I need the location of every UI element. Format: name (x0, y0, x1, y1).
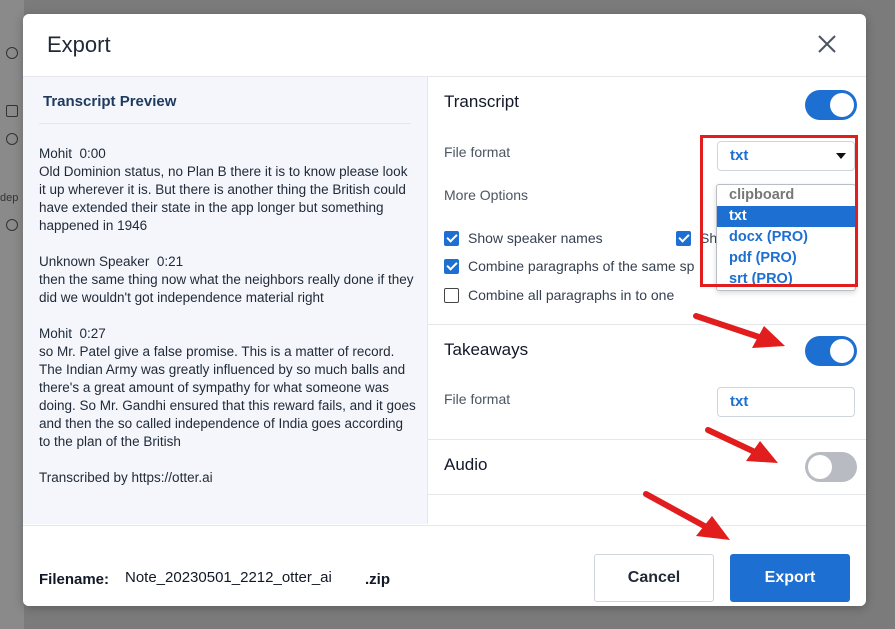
filename-extension: .zip (365, 571, 390, 588)
segment-text: then the same thing now what the neighbo… (39, 272, 414, 305)
cancel-button[interactable]: Cancel (594, 554, 714, 602)
transcript-toggle[interactable] (805, 90, 857, 120)
option-combine-all[interactable]: Combine all paragraphs in to one (444, 287, 674, 303)
dialog-footer: Filename: Note_20230501_2212_otter_ai .z… (23, 525, 866, 606)
caret-down-icon (836, 153, 846, 159)
toggle-knob (808, 455, 832, 479)
clock-icon (6, 219, 18, 231)
speaker-name: Unknown Speaker (39, 254, 150, 269)
transcript-format-select[interactable]: txt (717, 141, 855, 171)
option-label: Combine paragraphs of the same sp (468, 258, 695, 274)
export-dialog: Export Transcript Preview Mohit 0:00 Old… (23, 14, 866, 606)
audio-section: Audio (428, 440, 866, 495)
transcript-segment: Mohit 0:00 Old Dominion status, no Plan … (39, 145, 417, 235)
format-option-clipboard[interactable]: clipboard (717, 185, 855, 206)
timestamp: 0:21 (156, 254, 184, 269)
preview-title: Transcript Preview (43, 93, 177, 110)
option-combine-same-speaker[interactable]: Combine paragraphs of the same sp (444, 258, 694, 274)
transcript-segment: Unknown Speaker 0:21 then the same thing… (39, 253, 417, 307)
filename-label: Filename: (39, 571, 110, 588)
export-button[interactable]: Export (730, 554, 850, 602)
toggle-knob (830, 339, 854, 363)
selected-format: txt (730, 147, 749, 164)
file-format-label: File format (444, 144, 511, 160)
format-option-docx[interactable]: docx (PRO) (717, 227, 855, 248)
speaker-name: Mohit (39, 326, 73, 341)
document-icon (6, 105, 18, 117)
toggle-knob (830, 93, 854, 117)
background-page: dep (0, 0, 24, 629)
more-options-label: More Options (444, 187, 529, 203)
format-dropdown-list[interactable]: clipboard txt docx (PRO) pdf (PRO) srt (… (716, 184, 856, 291)
selected-format: txt (730, 393, 749, 410)
divider (39, 123, 411, 124)
audio-toggle[interactable] (805, 452, 857, 482)
clock-icon (6, 47, 18, 59)
format-option-pdf[interactable]: pdf (PRO) (717, 248, 855, 269)
timestamp: 0:00 (79, 146, 106, 161)
checkbox-checked[interactable] (444, 231, 459, 246)
section-title-transcript: Transcript (444, 92, 519, 111)
segment-text: so Mr. Patel give a false promise. This … (39, 344, 416, 449)
option-label: Sh (700, 230, 718, 246)
close-icon[interactable] (814, 31, 840, 57)
transcript-section: Transcript File format txt More Options … (428, 77, 866, 325)
filename-input[interactable]: Note_20230501_2212_otter_ai (125, 569, 332, 586)
clock-icon (6, 133, 18, 145)
section-title-audio: Audio (444, 455, 488, 474)
format-option-srt[interactable]: srt (PRO) (717, 269, 855, 290)
checkbox-checked[interactable] (444, 259, 459, 274)
format-option-txt[interactable]: txt (717, 206, 855, 227)
section-title-takeaways: Takeaways (444, 340, 529, 359)
export-options-panel: Transcript File format txt More Options … (427, 77, 866, 524)
dialog-header: Export (23, 14, 866, 77)
dialog-title: Export (47, 32, 111, 57)
takeaways-format-select[interactable]: txt (717, 387, 855, 417)
transcript-preview-panel: Transcript Preview Mohit 0:00 Old Domini… (23, 77, 427, 524)
transcript-preview-text: Mohit 0:00 Old Dominion status, no Plan … (39, 145, 417, 487)
speaker-name: Mohit (39, 146, 73, 161)
transcript-credit: Transcribed by https://otter.ai (39, 470, 213, 485)
background-partial-text: dep (0, 192, 19, 204)
checkbox-unchecked[interactable] (444, 288, 459, 303)
option-label: Show speaker names (468, 230, 603, 246)
checkbox-checked[interactable] (676, 231, 691, 246)
takeaways-section: Takeaways File format txt (428, 325, 866, 440)
takeaways-toggle[interactable] (805, 336, 857, 366)
option-show-speaker-names[interactable]: Show speaker names (444, 230, 603, 246)
transcript-segment: Mohit 0:27 so Mr. Patel give a false pro… (39, 325, 417, 451)
option-show-timestamps[interactable]: Sh (676, 230, 717, 246)
segment-text: Old Dominion status, no Plan B there it … (39, 164, 408, 233)
file-format-label: File format (444, 391, 511, 407)
timestamp: 0:27 (79, 326, 106, 341)
option-label: Combine all paragraphs in to one (468, 287, 675, 303)
